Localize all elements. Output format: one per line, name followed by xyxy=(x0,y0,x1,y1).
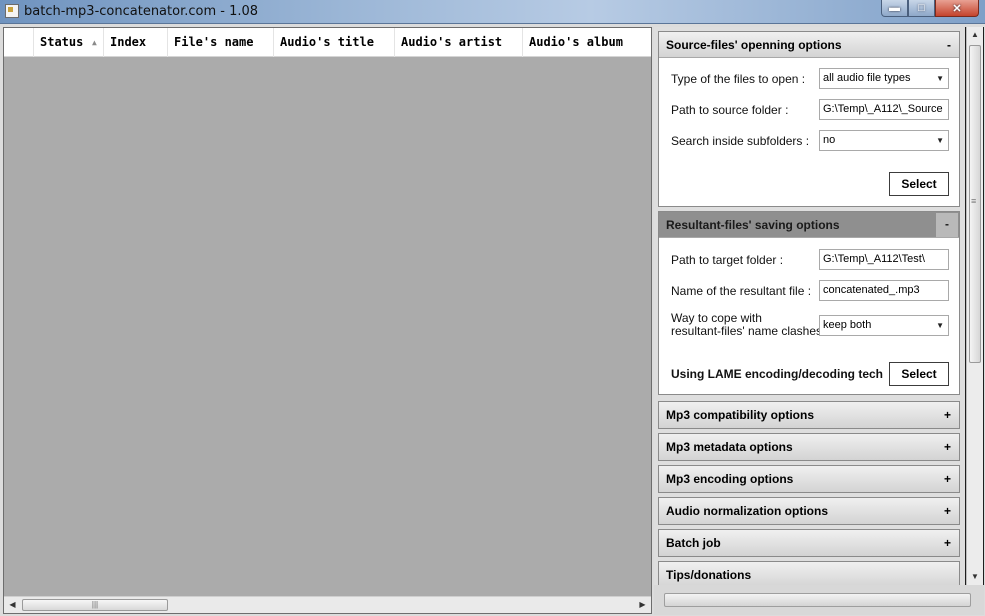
file-type-label: Type of the files to open : xyxy=(671,72,806,86)
source-path-field[interactable]: G:\Temp\_A112\_Source xyxy=(819,99,949,120)
source-select-button[interactable]: Select xyxy=(889,172,949,196)
expand-icon[interactable]: + xyxy=(944,466,951,492)
scrollbar-thumb[interactable]: ||| xyxy=(22,599,168,611)
mp3-metadata-header[interactable]: Mp3 metadata options + xyxy=(659,434,959,460)
subfolders-dropdown[interactable]: no xyxy=(819,130,949,151)
sort-ascending-icon: ▲ xyxy=(92,38,97,47)
result-name-field[interactable]: concatenated_.mp3 xyxy=(819,280,949,301)
scroll-left-icon[interactable]: ◀ xyxy=(4,597,21,613)
target-path-field[interactable]: G:\Temp\_A112\Test\ xyxy=(819,249,949,270)
audio-normalization-header[interactable]: Audio normalization options + xyxy=(659,498,959,524)
options-scroll-area: Source-files' openning options - Type of… xyxy=(654,27,965,585)
target-options-header[interactable]: Resultant-files' saving options - xyxy=(659,212,959,238)
expand-icon[interactable]: + xyxy=(944,530,951,556)
section-title: Source-files' openning options xyxy=(666,38,842,52)
section-title: Resultant-files' saving options xyxy=(666,218,840,232)
file-list[interactable]: Status ▲ Index File's name Audio's title… xyxy=(3,27,652,614)
file-type-dropdown[interactable]: all audio file types xyxy=(819,68,949,89)
mp3-encoding-section[interactable]: Mp3 encoding options + xyxy=(658,465,960,493)
app-window: batch-mp3-concatenator.com - 1.08 ▬ □ ✕ … xyxy=(0,0,985,616)
window-controls: ▬ □ ✕ xyxy=(881,0,979,18)
source-options-header[interactable]: Source-files' openning options - xyxy=(659,32,959,58)
scrollbar-thumb[interactable] xyxy=(969,45,981,363)
collapse-icon[interactable]: - xyxy=(947,32,951,58)
status-bar xyxy=(654,585,984,615)
name-clash-label-line1: Way to cope with xyxy=(671,311,762,325)
column-header-audio-artist[interactable]: Audio's artist xyxy=(395,28,523,57)
lame-select-button[interactable]: Select xyxy=(889,362,949,386)
section-title: Audio normalization options xyxy=(666,504,828,518)
expand-icon[interactable]: + xyxy=(944,434,951,460)
mp3-encoding-header[interactable]: Mp3 encoding options + xyxy=(659,466,959,492)
audio-normalization-section[interactable]: Audio normalization options + xyxy=(658,497,960,525)
batch-job-section[interactable]: Batch job + xyxy=(658,529,960,557)
lame-label: Using LAME encoding/decoding tech xyxy=(671,367,884,381)
section-title: Mp3 metadata options xyxy=(666,440,793,454)
scroll-down-icon[interactable]: ▼ xyxy=(967,569,983,585)
column-header-index[interactable]: Index xyxy=(104,28,168,57)
close-button[interactable]: ✕ xyxy=(935,0,979,17)
mp3-compatibility-header[interactable]: Mp3 compatibility options + xyxy=(659,402,959,428)
progress-bar xyxy=(664,593,971,607)
section-title: Tips/donations xyxy=(666,568,752,582)
name-clash-dropdown[interactable]: keep both xyxy=(819,315,949,336)
title-bar[interactable]: batch-mp3-concatenator.com - 1.08 ▬ □ ✕ xyxy=(0,0,985,24)
scroll-right-icon[interactable]: ▶ xyxy=(634,597,651,613)
horizontal-scrollbar[interactable]: ◀ ||| ▶ xyxy=(4,596,651,613)
tips-donations-section[interactable]: Tips/donations xyxy=(658,561,960,585)
expand-icon[interactable]: + xyxy=(944,402,951,428)
tips-donations-header[interactable]: Tips/donations xyxy=(659,562,959,585)
column-header-status[interactable]: Status ▲ xyxy=(34,28,104,57)
name-clash-label-line2: resultant-files' name clashes xyxy=(671,324,823,338)
maximize-button[interactable]: □ xyxy=(908,0,935,17)
column-header-audio-title[interactable]: Audio's title xyxy=(274,28,395,57)
source-path-label: Path to source folder : xyxy=(671,103,789,117)
subfolders-label: Search inside subfolders : xyxy=(671,134,810,148)
mp3-metadata-section[interactable]: Mp3 metadata options + xyxy=(658,433,960,461)
column-header-checkbox[interactable] xyxy=(4,28,34,57)
expand-icon[interactable]: + xyxy=(944,498,951,524)
minimize-button[interactable]: ▬ xyxy=(881,0,908,17)
section-title: Mp3 compatibility options xyxy=(666,408,815,422)
section-title: Batch job xyxy=(666,536,721,550)
batch-job-header[interactable]: Batch job + xyxy=(659,530,959,556)
scroll-up-icon[interactable]: ▲ xyxy=(967,27,983,43)
options-panel: Source-files' openning options - Type of… xyxy=(654,27,984,615)
target-path-label: Path to target folder : xyxy=(671,253,784,267)
app-icon[interactable] xyxy=(5,4,19,18)
vertical-scrollbar[interactable]: ▲ ▼ xyxy=(966,27,983,585)
source-options-section: Source-files' openning options - Type of… xyxy=(658,31,960,207)
section-title: Mp3 encoding options xyxy=(666,472,794,486)
column-header-audio-album[interactable]: Audio's album xyxy=(523,28,651,57)
list-column-header: Status ▲ Index File's name Audio's title… xyxy=(4,28,651,57)
mp3-compatibility-section[interactable]: Mp3 compatibility options + xyxy=(658,401,960,429)
window-title: batch-mp3-concatenator.com - 1.08 xyxy=(24,4,259,19)
collapse-icon[interactable]: - xyxy=(936,213,958,237)
result-name-label: Name of the resultant file : xyxy=(671,284,812,298)
column-header-file-name[interactable]: File's name xyxy=(168,28,274,57)
target-options-section: Resultant-files' saving options - Path t… xyxy=(658,211,960,395)
column-header-label: Status xyxy=(40,35,84,49)
